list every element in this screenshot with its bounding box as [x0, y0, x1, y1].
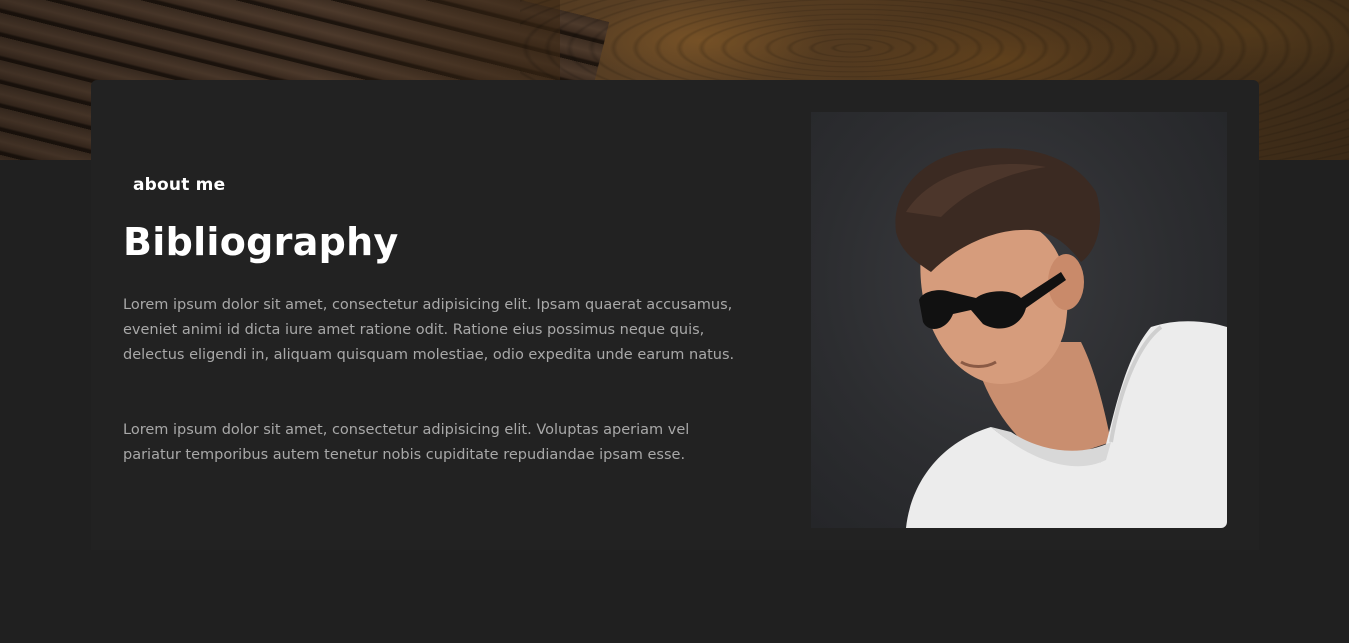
portrait-illustration	[895, 148, 1227, 528]
page: about me Bibliography Lorem ipsum dolor …	[0, 0, 1349, 643]
bio-paragraph-2: Lorem ipsum dolor sit amet, consectetur …	[123, 422, 690, 463]
profile-photo	[811, 112, 1227, 528]
about-card: about me Bibliography Lorem ipsum dolor …	[91, 80, 1259, 550]
section-eyebrow: about me	[133, 175, 226, 195]
section-title: Bibliography	[123, 220, 399, 264]
bio-paragraph-1: Lorem ipsum dolor sit amet, consectetur …	[123, 297, 735, 363]
